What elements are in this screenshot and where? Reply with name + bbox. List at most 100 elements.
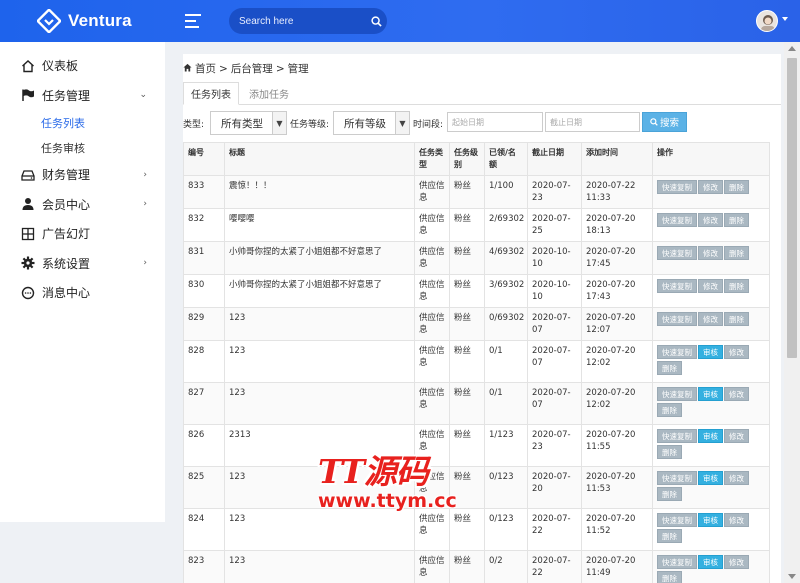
breadcrumb-separator: > xyxy=(275,62,285,75)
edit-button[interactable]: 修改 xyxy=(724,513,749,527)
copy-button[interactable]: 快速复制 xyxy=(657,555,697,569)
th-deadline[interactable]: 截止日期 xyxy=(527,142,582,176)
sidebar-item-ads[interactable]: 广告幻灯 xyxy=(0,219,165,249)
sidebar-item-settings[interactable]: 系统设置 › xyxy=(0,249,165,279)
scroll-up-icon[interactable] xyxy=(788,46,796,51)
th-added[interactable]: 添加时间 xyxy=(581,142,653,176)
sidebar-item-members[interactable]: 会员中心 › xyxy=(0,190,165,220)
delete-button[interactable]: 删除 xyxy=(724,312,749,326)
copy-button[interactable]: 快速复制 xyxy=(657,471,697,485)
delete-button[interactable]: 删除 xyxy=(657,571,682,583)
cell-deadline: 2020-07-22 xyxy=(527,508,582,551)
menu-toggle-icon[interactable] xyxy=(185,14,201,28)
sidebar-subitem-task-review[interactable]: 任务审核 xyxy=(0,135,165,160)
edit-button[interactable]: 修改 xyxy=(724,429,749,443)
copy-button[interactable]: 快速复制 xyxy=(657,213,697,227)
delete-button[interactable]: 删除 xyxy=(657,445,682,459)
search-icon[interactable] xyxy=(371,12,382,31)
th-title[interactable]: 标题 xyxy=(224,142,415,176)
search-input[interactable] xyxy=(239,15,371,27)
edit-button[interactable]: 修改 xyxy=(724,345,749,359)
sidebar-subitem-label: 任务列表 xyxy=(41,116,85,130)
edit-button[interactable]: 修改 xyxy=(724,555,749,569)
avatar[interactable] xyxy=(756,10,778,32)
copy-button[interactable]: 快速复制 xyxy=(657,312,697,326)
scroll-thumb[interactable] xyxy=(787,58,797,358)
level-select[interactable]: 所有等级 ▼ xyxy=(333,111,410,135)
th-type[interactable]: 任务类型 xyxy=(414,142,450,176)
breadcrumb-current: 管理 xyxy=(287,63,309,75)
cell-level: 粉丝 xyxy=(449,241,485,275)
chevron-right-icon: › xyxy=(143,258,147,269)
cell-title: 嘤嘤嘤 xyxy=(224,208,415,242)
edit-button[interactable]: 修改 xyxy=(698,246,723,260)
sidebar-item-tasks[interactable]: 任务管理 ⌄ xyxy=(0,81,165,111)
avatar-caret-icon[interactable] xyxy=(782,17,788,21)
sidebar-subitem-task-list[interactable]: 任务列表 xyxy=(0,110,165,135)
review-button[interactable]: 审核 xyxy=(698,345,723,359)
th-level[interactable]: 任务级别 xyxy=(449,142,485,176)
sidebar-item-dashboard[interactable]: 仪表板 xyxy=(0,51,165,81)
main-content: 首页 > 后台管理 > 管理 任务列表 添加任务 类型: 所有类型 ▼ 任务等级… xyxy=(165,42,800,583)
cell-actions: 快速复制 审核 修改删除 xyxy=(652,382,770,425)
cell-id: 829 xyxy=(183,307,225,341)
delete-button[interactable]: 删除 xyxy=(724,279,749,293)
edit-button[interactable]: 修改 xyxy=(698,180,723,194)
edit-button[interactable]: 修改 xyxy=(698,213,723,227)
cell-quota: 4/69302 xyxy=(484,241,528,275)
sidebar-item-messages[interactable]: 消息中心 xyxy=(0,278,165,308)
cell-type: 供应信息 xyxy=(414,508,450,551)
edit-button[interactable]: 修改 xyxy=(724,471,749,485)
review-button[interactable]: 审核 xyxy=(698,429,723,443)
scroll-down-icon[interactable] xyxy=(788,574,796,579)
breadcrumb-level2[interactable]: 后台管理 xyxy=(231,61,273,76)
review-button[interactable]: 审核 xyxy=(698,387,723,401)
start-date-input[interactable]: 起始日期 xyxy=(447,112,543,132)
copy-button[interactable]: 快速复制 xyxy=(657,513,697,527)
delete-button[interactable]: 删除 xyxy=(657,487,682,501)
delete-button[interactable]: 删除 xyxy=(724,213,749,227)
copy-button[interactable]: 快速复制 xyxy=(657,279,697,293)
breadcrumb: 首页 > 后台管理 > 管理 xyxy=(183,61,309,76)
copy-button[interactable]: 快速复制 xyxy=(657,345,697,359)
cell-type: 供应信息 xyxy=(414,466,450,509)
edit-button[interactable]: 修改 xyxy=(724,387,749,401)
tab-task-list[interactable]: 任务列表 xyxy=(183,82,239,105)
copy-button[interactable]: 快速复制 xyxy=(657,429,697,443)
th-id[interactable]: 编号 xyxy=(183,142,225,176)
delete-button[interactable]: 删除 xyxy=(724,180,749,194)
delete-button[interactable]: 删除 xyxy=(657,361,682,375)
copy-button[interactable]: 快速复制 xyxy=(657,246,697,260)
brand[interactable]: Ventura xyxy=(0,0,165,42)
delete-button[interactable]: 删除 xyxy=(657,529,682,543)
cell-added: 2020-07-20 12:07 xyxy=(581,307,653,341)
th-quota[interactable]: 已领/名额 xyxy=(484,142,528,176)
search-button[interactable]: 搜索 xyxy=(642,112,687,132)
cell-deadline: 2020-10-10 xyxy=(527,274,582,308)
cell-level: 粉丝 xyxy=(449,550,485,583)
edit-button[interactable]: 修改 xyxy=(698,312,723,326)
sidebar-item-finance[interactable]: 财务管理 › xyxy=(0,160,165,190)
cell-level: 粉丝 xyxy=(449,382,485,425)
review-button[interactable]: 审核 xyxy=(698,471,723,485)
end-date-input[interactable]: 截止日期 xyxy=(545,112,640,132)
chevron-down-icon: ▼ xyxy=(395,112,409,134)
sidebar-item-label: 仪表板 xyxy=(42,59,79,74)
breadcrumb-home[interactable]: 首页 xyxy=(195,61,216,76)
delete-button[interactable]: 删除 xyxy=(724,246,749,260)
cell-title: 震惊！！！ xyxy=(224,175,415,209)
delete-button[interactable]: 删除 xyxy=(657,403,682,417)
cell-actions: 快速复制 修改 删除 xyxy=(652,208,770,242)
review-button[interactable]: 审核 xyxy=(698,555,723,569)
cell-actions: 快速复制 审核 修改删除 xyxy=(652,340,770,383)
copy-button[interactable]: 快速复制 xyxy=(657,180,697,194)
ventura-logo-icon xyxy=(36,8,62,34)
copy-button[interactable]: 快速复制 xyxy=(657,387,697,401)
table-row: 823 123 供应信息 粉丝 0/2 2020-07-22 2020-07-2… xyxy=(183,550,770,583)
edit-button[interactable]: 修改 xyxy=(698,279,723,293)
page-scrollbar[interactable] xyxy=(784,42,800,583)
type-select[interactable]: 所有类型 ▼ xyxy=(210,111,287,135)
tab-add-task[interactable]: 添加任务 xyxy=(242,82,296,105)
cell-level: 粉丝 xyxy=(449,508,485,551)
review-button[interactable]: 审核 xyxy=(698,513,723,527)
